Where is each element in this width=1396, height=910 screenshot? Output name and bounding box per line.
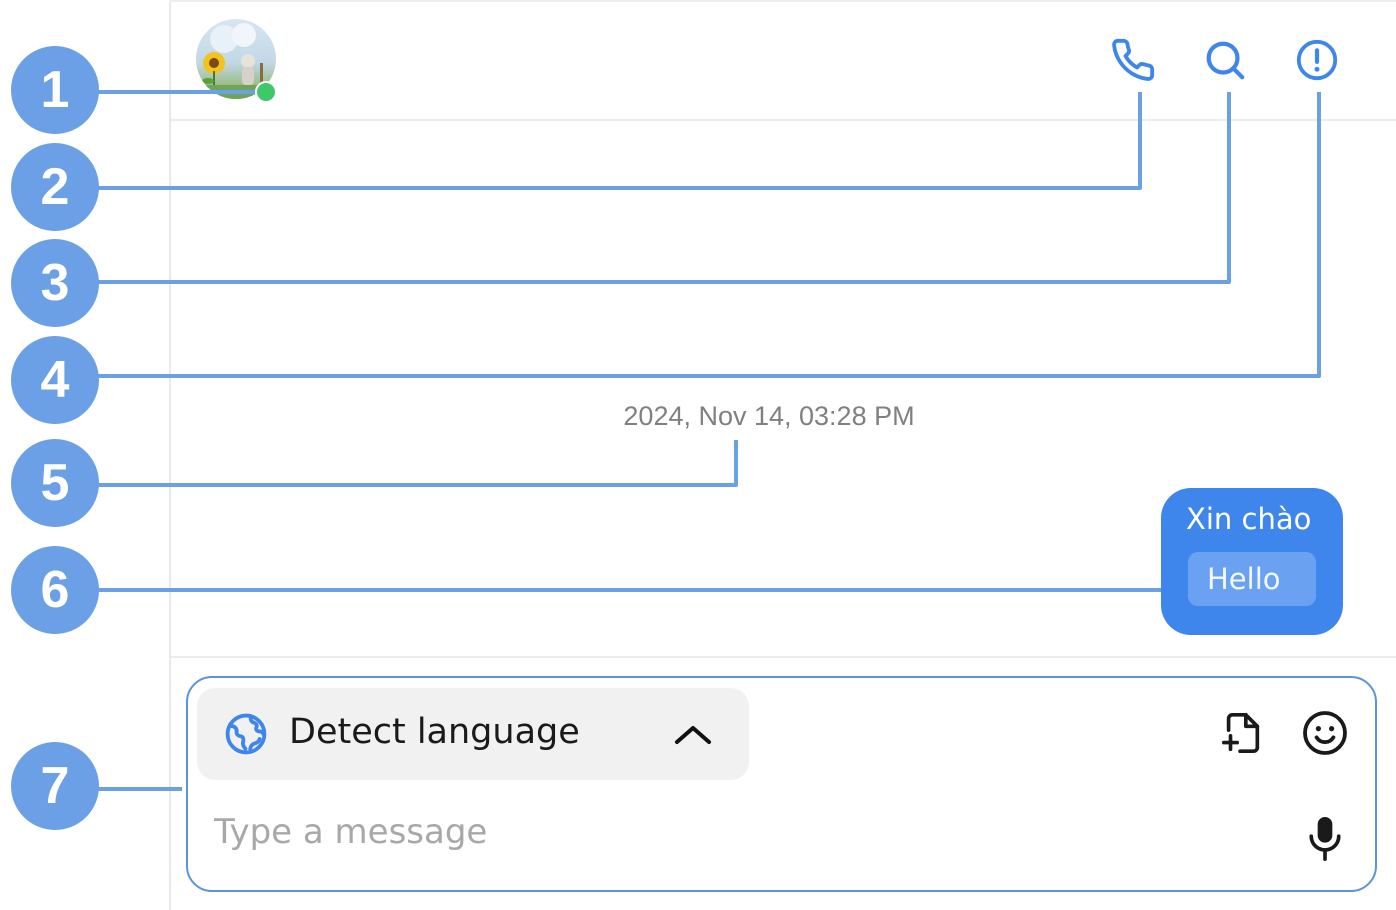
attach-file-icon[interactable]	[1219, 709, 1265, 757]
language-selector[interactable]: Detect language	[197, 688, 749, 780]
microphone-icon[interactable]	[1303, 813, 1347, 865]
callout-badge: 6	[11, 546, 99, 634]
callout-badge: 4	[11, 336, 99, 424]
translation-text: Hello	[1207, 562, 1281, 596]
callout-badge: 5	[11, 439, 99, 527]
callout-line-2	[98, 92, 1142, 190]
message-bubble[interactable]: Xin chào Hello	[1161, 488, 1343, 635]
callout-line-4	[98, 92, 1321, 378]
callout-line-5	[98, 440, 738, 487]
message-timestamp: 2024, Nov 14, 03:28 PM	[623, 401, 915, 431]
message-input[interactable]	[214, 804, 1274, 860]
globe-icon	[225, 713, 267, 755]
chevron-up-icon	[675, 726, 711, 744]
callout-badge: 3	[11, 239, 99, 327]
translation-box: Hello	[1188, 552, 1316, 606]
language-label: Detect language	[289, 712, 580, 752]
callout-badge: 7	[11, 742, 99, 830]
callout-badge: 2	[11, 143, 99, 231]
emoji-icon[interactable]	[1301, 709, 1349, 757]
message-text: Xin chào	[1186, 502, 1312, 536]
callout-badge: 1	[11, 46, 99, 134]
